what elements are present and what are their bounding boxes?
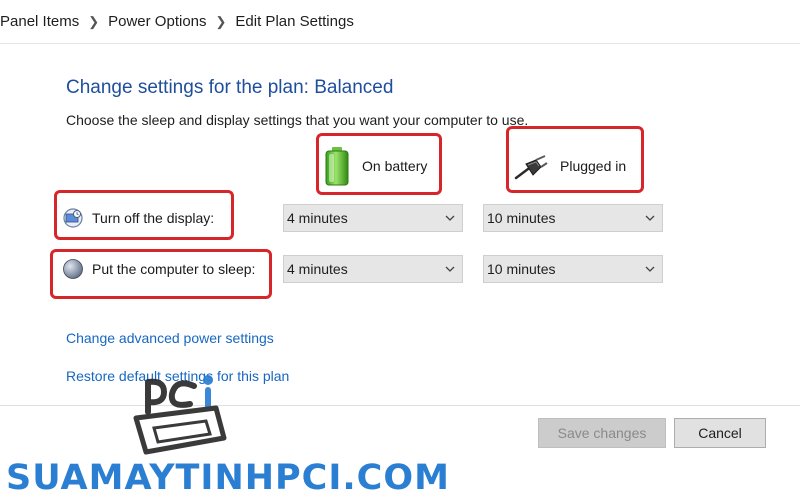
sleep-plugged-in-select[interactable]: 10 minutes (483, 255, 663, 283)
display-on-battery-select[interactable]: 4 minutes (283, 204, 463, 232)
display-plugged-in-select[interactable]: 10 minutes (483, 204, 663, 232)
chevron-down-icon (445, 266, 455, 272)
sleep-plugged-in-value: 10 minutes (487, 261, 556, 277)
breadcrumb-item-edit-plan-settings: Edit Plan Settings (235, 13, 354, 30)
chevron-down-icon (445, 215, 455, 221)
page-subtitle: Choose the sleep and display settings th… (66, 112, 529, 128)
battery-icon (325, 147, 349, 186)
on-battery-label: On battery (362, 158, 428, 174)
sleep-on-battery-select[interactable]: 4 minutes (283, 255, 463, 283)
display-setting-label: Turn off the display: (62, 204, 214, 232)
column-header-plugged-in: Plugged in (508, 140, 644, 192)
page-title: Change settings for the plan: Balanced (66, 77, 394, 98)
plugged-in-label: Plugged in (560, 158, 627, 174)
cancel-button[interactable]: Cancel (674, 418, 766, 448)
sleep-moon-icon (63, 259, 83, 279)
chevron-down-icon (645, 266, 655, 272)
column-header-on-battery: On battery (320, 140, 440, 192)
power-plug-icon (514, 155, 548, 180)
watermark-text: SUAMAYTINHPCI.COM (5, 457, 450, 499)
save-changes-button[interactable]: Save changes (538, 418, 666, 448)
sleep-on-battery-value: 4 minutes (287, 261, 348, 277)
display-setting-text: Turn off the display: (92, 210, 215, 226)
breadcrumb-item-power-options[interactable]: Power Options (108, 13, 206, 30)
sleep-setting-label: Put the computer to sleep: (62, 255, 255, 283)
pci-logo-icon (133, 375, 227, 455)
breadcrumb-item-panel-items[interactable]: Panel Items (0, 13, 79, 30)
display-plugged-in-value: 10 minutes (487, 210, 556, 226)
chevron-right-icon: ❯ (215, 13, 227, 29)
chevron-down-icon (645, 215, 655, 221)
change-advanced-power-settings-link[interactable]: Change advanced power settings (66, 330, 274, 346)
display-on-battery-value: 4 minutes (287, 210, 348, 226)
display-icon (63, 208, 83, 228)
chevron-right-icon: ❯ (88, 13, 100, 29)
sleep-setting-text: Put the computer to sleep: (92, 261, 256, 277)
breadcrumb: Panel Items ❯ Power Options ❯ Edit Plan … (0, 0, 800, 44)
footer-divider (0, 405, 800, 406)
